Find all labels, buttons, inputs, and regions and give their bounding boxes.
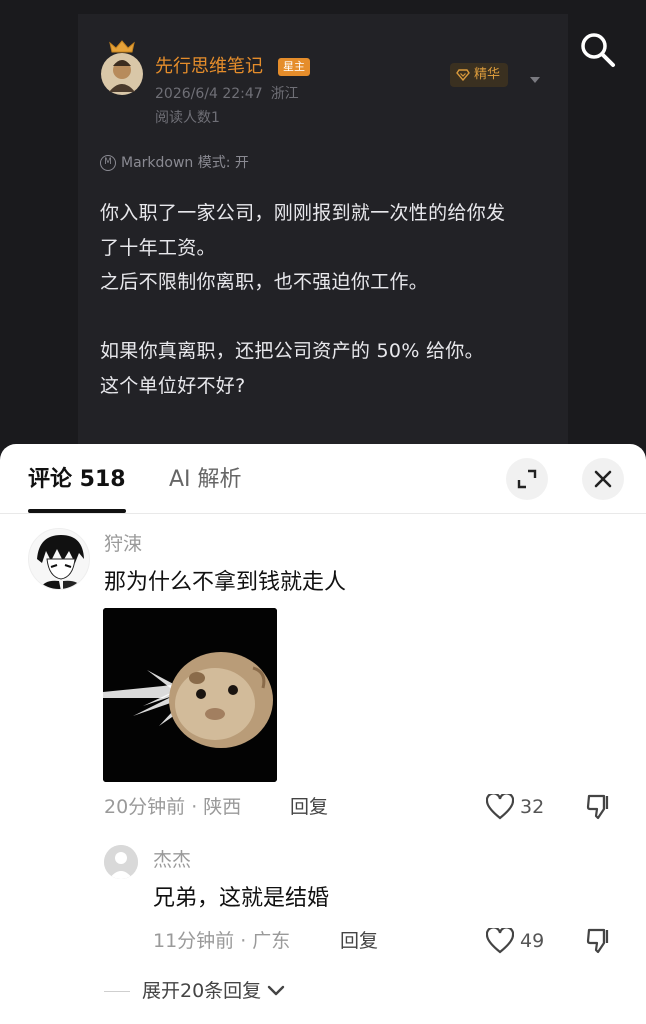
post-date: 2026/6/4 22:47 [155, 86, 263, 102]
post-line-blank [100, 300, 560, 335]
expand-replies-label: 展开20条回复 [142, 980, 262, 1002]
post-line: 之后不限制你离职，也不强迫你工作。 [100, 271, 429, 293]
owner-badge: 星主 [278, 58, 310, 76]
post-menu-button[interactable] [529, 70, 541, 83]
elite-badge: 精华 [450, 63, 509, 87]
post-body: 你入职了一家公司，刚刚报到就一次性的给你发 了十年工资。 之后不限制你离职，也不… [100, 196, 560, 403]
elite-label: 精华 [474, 67, 501, 82]
post-meta: 2026/6/4 22:47 浙江 [155, 85, 299, 103]
replier-avatar[interactable] [104, 845, 138, 879]
like-count: 49 [520, 930, 545, 952]
close-icon [594, 470, 612, 488]
reply-time: 11分钟前 [153, 930, 235, 952]
reply-meta: 11分钟前 · 广东 [153, 928, 290, 954]
reply-button[interactable]: 回复 [290, 794, 328, 820]
separator-dot: · [240, 930, 247, 952]
heart-icon [485, 792, 515, 820]
anime-avatar-image [29, 529, 89, 589]
expand-divider [104, 991, 130, 992]
close-button[interactable] [582, 458, 624, 500]
user-icon [104, 845, 138, 879]
heart-icon [485, 926, 515, 954]
like-button[interactable] [485, 792, 515, 820]
avatar-portrait [101, 53, 143, 95]
post-location: 浙江 [270, 86, 299, 102]
dislike-button[interactable] [586, 794, 612, 820]
post-line: 你入职了一家公司，刚刚报到就一次性的给你发 [100, 202, 506, 224]
markdown-label: Markdown 模式: 开 [121, 155, 249, 171]
like-button[interactable] [485, 926, 515, 954]
reply-text: 兄弟，这就是结婚 [153, 886, 330, 911]
comments-sheet [0, 444, 646, 1024]
markdown-icon: M [100, 155, 116, 171]
search-icon [581, 33, 615, 67]
comment-meta: 20分钟前 · 陕西 [104, 794, 241, 820]
tab-ai-analysis[interactable]: AI 解析 [169, 465, 242, 495]
divider [0, 513, 646, 514]
commenter-avatar[interactable] [28, 528, 90, 590]
diamond-icon [456, 69, 470, 81]
author-avatar[interactable] [100, 40, 144, 96]
read-count: 阅读人数1 [155, 110, 220, 126]
markdown-toggle[interactable]: M Markdown 模式: 开 [100, 154, 249, 172]
expand-button[interactable] [506, 458, 548, 500]
reply-location: 广东 [252, 930, 291, 952]
separator-dot: · [191, 796, 198, 818]
chevron-down-icon [530, 77, 540, 83]
thumbs-down-icon [586, 794, 609, 820]
dislike-button[interactable] [586, 928, 612, 954]
comment-text: 那为什么不拿到钱就走人 [104, 570, 347, 595]
tab-comments[interactable]: 评论 518 [28, 465, 126, 495]
like-count: 32 [520, 796, 545, 818]
post-line: 这个单位好不好? [100, 374, 246, 397]
post-line: 如果你真离职，还把公司资产的 50% 给你。 [100, 340, 484, 362]
reply-button[interactable]: 回复 [340, 928, 378, 954]
expand-icon [517, 469, 537, 489]
post-line: 了十年工资。 [100, 236, 216, 259]
chevron-down-icon [267, 985, 285, 996]
comment-image[interactable] [103, 608, 277, 782]
thumbs-down-icon [586, 928, 609, 954]
comment-location: 陕西 [203, 796, 242, 818]
expand-replies-button[interactable]: 展开20条回复 [142, 977, 285, 1005]
author-name[interactable]: 先行思维笔记 [155, 55, 263, 79]
search-button[interactable] [578, 30, 618, 70]
hamster-meme-image [103, 608, 277, 782]
replier-name[interactable]: 杰杰 [153, 848, 191, 872]
comment-time: 20分钟前 [104, 796, 186, 818]
commenter-name[interactable]: 狩涑 [104, 532, 142, 556]
